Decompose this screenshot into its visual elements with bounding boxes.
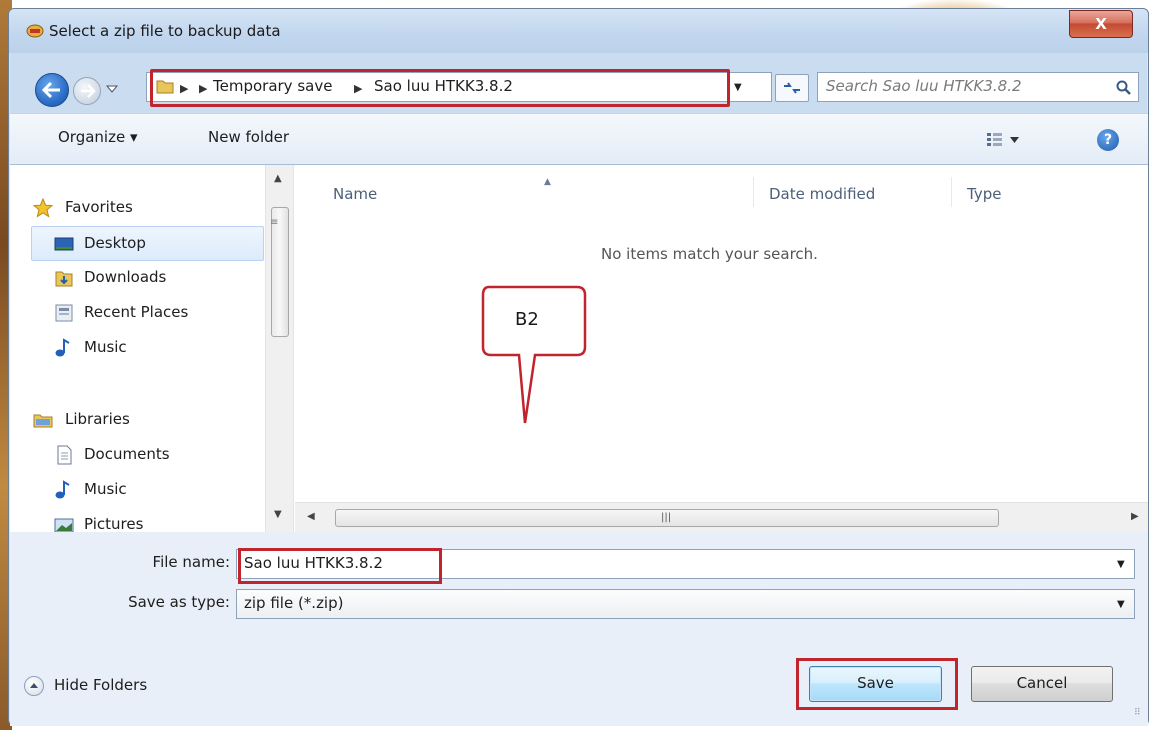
desktop-icon — [54, 237, 74, 251]
documents-icon — [57, 445, 72, 465]
navigation-bar: ▶ ▶ Temporary save ▶ Sao luu HTKK3.8.2 ▼… — [9, 53, 1148, 113]
libraries-icon — [33, 414, 53, 428]
callout-label: B2 — [515, 309, 539, 330]
nav-item-music[interactable]: Music — [10, 331, 265, 365]
star-icon — [33, 198, 53, 218]
column-divider — [951, 177, 952, 207]
column-divider — [753, 177, 754, 207]
scroll-right-arrow-icon[interactable]: ▶ — [1131, 511, 1139, 522]
navigation-pane: Favorites Desktop Downloads Recent Place… — [10, 165, 294, 532]
nav-item-label: Favorites — [65, 198, 133, 216]
nav-item-label: Music — [84, 338, 127, 356]
scrollbar-thumb[interactable]: ||| — [335, 509, 999, 527]
nav-item-documents[interactable]: Documents — [10, 438, 265, 472]
scrollbar-grip-icon: ≡ — [270, 217, 279, 228]
save-as-type-dropdown-icon[interactable]: ▼ — [1117, 599, 1125, 610]
sort-ascending-icon: ▲ — [544, 177, 551, 187]
window-title: Select a zip file to backup data — [49, 22, 281, 40]
nav-item-desktop[interactable]: Desktop — [10, 227, 265, 261]
nav-item-favorites[interactable]: Favorites — [10, 191, 265, 225]
save-form: File name: Sao luu HTKK3.8.2 ▼ Save as t… — [10, 532, 1148, 726]
nav-item-label: Pictures — [84, 515, 144, 532]
save-as-type-select[interactable]: zip file (*.zip) ▼ — [236, 589, 1135, 619]
recent-locations-dropdown-icon[interactable] — [106, 83, 118, 95]
column-header-type[interactable]: Type — [967, 185, 1001, 203]
nav-item-recent-places[interactable]: Recent Places — [10, 296, 265, 330]
save-button[interactable]: Save — [809, 666, 942, 702]
forward-arrow-icon — [81, 84, 96, 98]
nav-item-label: Libraries — [65, 410, 130, 428]
forward-button[interactable] — [73, 77, 101, 105]
nav-item-libraries[interactable]: Libraries — [10, 403, 265, 437]
save-as-type-value: zip file (*.zip) — [244, 594, 344, 612]
nav-item-label: Desktop — [84, 234, 146, 252]
search-icon[interactable] — [1116, 80, 1132, 96]
scroll-left-arrow-icon[interactable]: ◀ — [307, 511, 315, 522]
refresh-icon — [784, 82, 800, 94]
cancel-button[interactable]: Cancel — [971, 666, 1113, 702]
resize-grip-icon[interactable]: ⠿ — [1134, 708, 1141, 718]
nav-item-label: Music — [84, 480, 127, 498]
save-as-type-label: Save as type: — [128, 593, 230, 611]
app-icon — [26, 24, 44, 38]
music-icon — [55, 338, 70, 357]
nav-vertical-scrollbar[interactable]: ▲ ≡ ▼ — [265, 165, 293, 532]
downloads-icon — [55, 271, 73, 287]
scrollbar-grip-icon: ||| — [661, 512, 672, 523]
column-header-date-modified[interactable]: Date modified — [769, 185, 875, 203]
scroll-up-arrow-icon[interactable]: ▲ — [274, 173, 282, 184]
title-bar[interactable]: Select a zip file to backup data X — [9, 9, 1148, 53]
recent-places-icon — [55, 304, 73, 322]
new-folder-button[interactable]: New folder — [208, 128, 289, 146]
file-list-pane[interactable]: ▲ Name Date modified Type No items match… — [295, 165, 1148, 532]
back-arrow-icon — [42, 81, 60, 99]
search-input[interactable]: Search Sao luu HTKK3.8.2 — [817, 72, 1139, 102]
close-button[interactable]: X — [1069, 10, 1133, 38]
column-header-name[interactable]: Name — [333, 185, 377, 203]
file-name-label: File name: — [152, 553, 230, 571]
search-placeholder: Search Sao luu HTKK3.8.2 — [826, 77, 1022, 95]
nav-item-label: Recent Places — [84, 303, 189, 321]
scroll-down-arrow-icon[interactable]: ▼ — [274, 509, 282, 520]
music-icon — [55, 480, 70, 499]
pictures-icon — [54, 518, 74, 532]
address-annotation-box — [150, 69, 730, 107]
horizontal-scrollbar[interactable]: ◀ ||| ▶ — [295, 502, 1148, 532]
organize-button[interactable]: Organize ▾ — [58, 128, 138, 146]
chevron-up-icon — [24, 676, 44, 696]
save-dialog: Select a zip file to backup data X ▶ ▶ T… — [8, 8, 1149, 726]
view-options-icon[interactable] — [986, 131, 1022, 149]
toolbar: Organize ▾ New folder ? — [10, 113, 1148, 165]
back-button[interactable] — [35, 73, 69, 107]
file-name-dropdown-icon[interactable]: ▼ — [1117, 559, 1125, 570]
help-button[interactable]: ? — [1097, 129, 1119, 151]
callout-bubble — [481, 285, 587, 424]
file-name-annotation-box — [238, 548, 442, 584]
nav-item-downloads[interactable]: Downloads — [10, 261, 265, 295]
nav-item-pictures[interactable]: Pictures — [10, 508, 265, 532]
empty-folder-message: No items match your search. — [601, 245, 818, 263]
hide-folders-label: Hide Folders — [54, 676, 148, 694]
address-dropdown-icon[interactable]: ▼ — [734, 82, 742, 93]
nav-item-label: Downloads — [84, 268, 167, 286]
refresh-button[interactable] — [775, 74, 809, 102]
nav-item-music[interactable]: Music — [10, 473, 265, 507]
nav-item-label: Documents — [84, 445, 170, 463]
